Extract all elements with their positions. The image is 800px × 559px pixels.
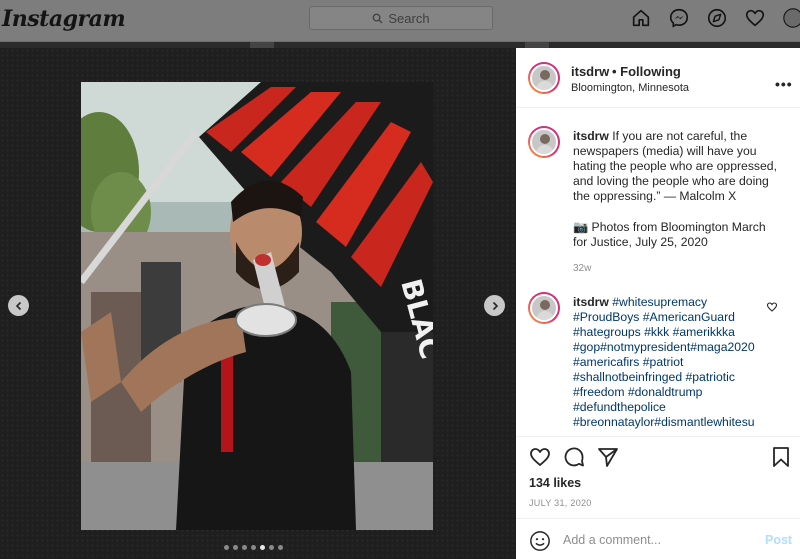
search-icon xyxy=(373,13,383,24)
post-location[interactable]: Bloomington, Minnesota xyxy=(571,82,689,94)
more-options-button[interactable]: ••• xyxy=(775,76,793,92)
like-comment-heart-icon[interactable] xyxy=(766,301,778,313)
home-icon[interactable] xyxy=(630,7,652,29)
explore-icon[interactable] xyxy=(706,7,728,29)
protest-photo-image: BLAC xyxy=(81,82,433,530)
following-status[interactable]: • Following xyxy=(612,64,681,79)
post-detail-panel: itsdrw • Following Bloomington, Minnesot… xyxy=(516,48,800,559)
caption-text: itsdrw If you are not careful, the newsp… xyxy=(573,129,783,204)
like-heart-icon[interactable] xyxy=(528,445,552,469)
carousel-dot xyxy=(278,545,283,550)
post-photo[interactable]: BLAC xyxy=(81,82,433,530)
emoji-icon[interactable] xyxy=(529,530,551,552)
post-username[interactable]: itsdrw xyxy=(571,64,609,79)
search-placeholder: Search xyxy=(388,10,430,26)
post-comment-button[interactable]: Post xyxy=(765,533,792,547)
carousel-dot xyxy=(224,545,229,550)
avatar[interactable] xyxy=(528,292,560,324)
activity-heart-icon[interactable] xyxy=(744,7,766,29)
carousel-dot xyxy=(251,545,256,550)
carousel-dot xyxy=(260,545,265,550)
caption-photo-credit: 📷 Photos from Bloomington March for Just… xyxy=(573,220,766,249)
avatar[interactable] xyxy=(528,126,560,158)
comment-bubble-icon[interactable] xyxy=(562,445,586,469)
share-paper-plane-icon[interactable] xyxy=(596,445,620,469)
hashtag-comment: itsdrw #whitesupremacy #ProudBoys #Ameri… xyxy=(573,295,758,430)
chevron-right-icon xyxy=(492,301,498,310)
carousel-dot xyxy=(233,545,238,550)
post-actions: 134 likes JULY 31, 2020 xyxy=(516,436,800,518)
add-comment-bar: Post xyxy=(516,518,800,559)
hashtag-list[interactable]: #whitesupremacy #ProudBoys #AmericanGuar… xyxy=(573,295,755,429)
comment-username[interactable]: itsdrw xyxy=(573,295,609,309)
post-date[interactable]: JULY 31, 2020 xyxy=(529,498,592,508)
avatar[interactable] xyxy=(528,62,560,94)
instagram-logo[interactable]: Instagram xyxy=(2,6,126,32)
carousel-prev-button[interactable] xyxy=(8,295,29,316)
chevron-left-icon xyxy=(15,301,21,310)
comments-list[interactable]: itsdrw If you are not careful, the newsp… xyxy=(516,109,800,436)
likes-count[interactable]: 134 likes xyxy=(529,476,581,490)
carousel-next-button[interactable] xyxy=(484,295,505,316)
messenger-icon[interactable] xyxy=(668,7,690,29)
caption-timestamp[interactable]: 32w xyxy=(573,263,591,274)
comment-input[interactable] xyxy=(563,531,753,549)
carousel-dot xyxy=(242,545,247,550)
profile-avatar-icon[interactable] xyxy=(782,7,800,29)
top-navbar: Instagram Search xyxy=(0,0,800,42)
caption-username[interactable]: itsdrw xyxy=(573,129,609,143)
carousel-dots xyxy=(224,545,283,550)
carousel-dot xyxy=(269,545,274,550)
post-header: itsdrw • Following Bloomington, Minnesot… xyxy=(516,48,800,108)
search-input[interactable]: Search xyxy=(309,6,493,30)
follow-status-label: Following xyxy=(620,64,681,79)
save-bookmark-icon[interactable] xyxy=(769,445,793,469)
